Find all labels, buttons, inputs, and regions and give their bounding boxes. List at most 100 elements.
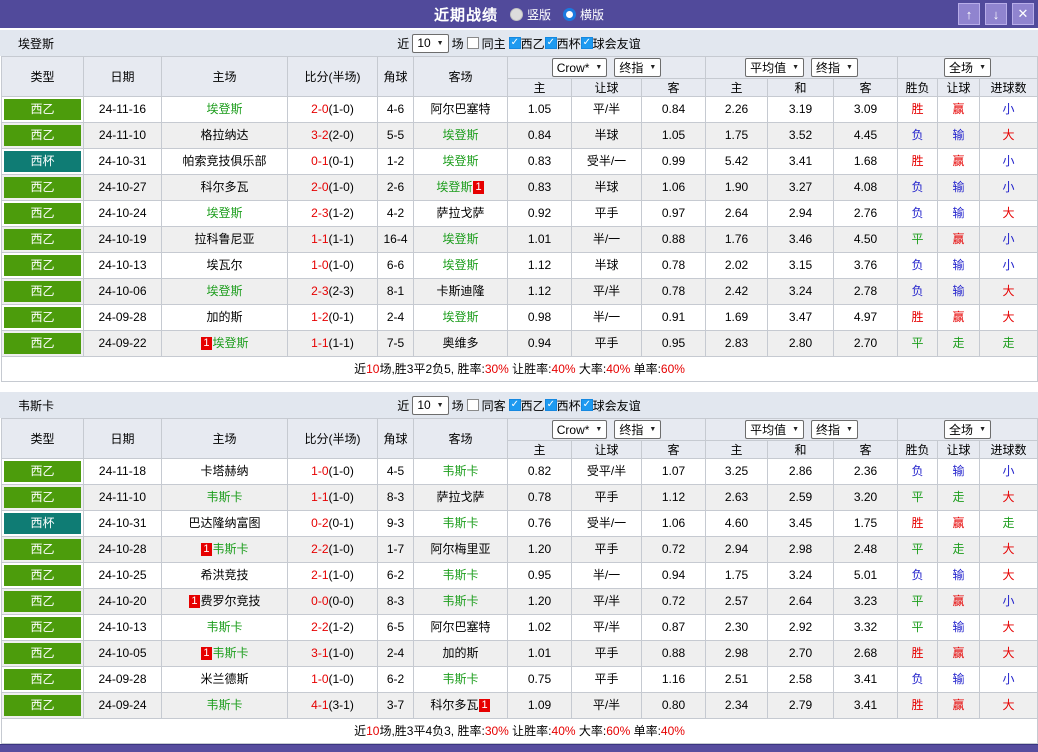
league-checkbox[interactable] [544,399,557,411]
corner-cell: 2-4 [377,640,414,667]
league-checkbox[interactable] [580,37,593,49]
match-row: 西乙 24-10-06 埃登斯 2-3(2-3) 8-1 卡斯迪隆 1.12 平/半 0.78 2… [1,278,1038,305]
goals-result-cell: 大 [979,562,1038,589]
odds-handicap-cell: 平/半 [571,96,642,123]
close-button[interactable]: ✕ [1012,3,1034,25]
near-label: 近 [397,398,410,413]
league-checkbox[interactable] [580,399,593,411]
result-cell: 胜 [897,148,939,175]
vertical-radio-icon[interactable] [509,7,523,21]
score-cell: 2-2(1-0) [287,536,378,563]
horizontal-radio-icon[interactable] [563,7,576,21]
corner-cell: 3-7 [377,692,414,719]
summary-segment: 让胜率: [508,724,552,738]
goals-result-cell: 大 [979,122,1038,149]
corner-cell: 4-6 [377,96,414,123]
full-score: 2-3 [311,206,329,220]
chevron-down-icon: ▼ [792,64,800,71]
same-venue-checkbox[interactable] [466,37,479,49]
league-checkbox[interactable] [544,37,557,49]
avg-source-select[interactable]: 平均值 ▼ [745,58,805,77]
league-checkbox[interactable] [508,399,521,411]
odds-away-cell: 0.87 [640,614,707,641]
goals-result-cell: 小 [979,252,1038,279]
avg-draw-cell: 3.41 [767,148,835,175]
vertical-radio-label: 竖版 [526,7,551,22]
odds-away-cell: 1.12 [640,484,707,511]
competition-type-badge: 西乙 [4,643,81,664]
col-avg-home: 主 [705,78,769,97]
avg-away-cell: 4.50 [833,226,899,253]
score-cell: 0-2(0-1) [287,510,378,537]
team-label: 卡塔赫纳 [200,464,249,478]
corner-cell: 4-2 [377,200,414,227]
odds-time-select[interactable]: 终指 ▼ [614,58,662,77]
league-label: 西杯 [556,36,581,51]
odds-away-cell: 0.88 [640,640,707,667]
home-team-cell: 卡塔赫纳 [161,458,288,485]
col-home: 主场 [161,418,288,459]
scope-select[interactable]: 全场 ▼ [944,58,991,77]
league-checkbox[interactable] [508,37,521,49]
chevron-down-icon: ▼ [436,401,444,409]
odds-company-select[interactable]: Crow* ▼ [551,58,608,77]
date-cell: 24-10-19 [83,226,162,253]
full-score: 1-2 [311,310,329,324]
team-label: 拉科鲁尼亚 [194,232,255,246]
handicap-result-cell: 赢 [937,96,981,123]
move-up-button[interactable]: ↑ [958,3,980,25]
home-team-cell: 帕索竞技俱乐部 [161,148,288,175]
chevron-down-icon: ▼ [595,64,603,71]
scope-select[interactable]: 全场 ▼ [944,420,991,439]
layout-option-vertical[interactable]: 竖版 [509,6,551,23]
league-filter: 西乙 [508,35,545,52]
avg-draw-cell: 3.24 [767,278,835,305]
half-score: (0-1) [328,154,354,168]
odds-home-cell: 0.82 [507,458,572,485]
home-team-cell: 1 埃登斯 [161,330,288,357]
half-score: (1-0) [328,102,354,116]
odds-handicap-cell: 半球 [571,122,642,149]
odds-home-cell: 0.78 [507,484,572,511]
avg-draw-cell: 2.58 [767,666,835,693]
avg-draw-cell: 3.15 [767,252,835,279]
team-label: 埃瓦尔 [206,258,243,272]
away-team-cell: 埃登斯 [413,304,508,331]
home-team-cell: 1 韦斯卡 [161,536,288,563]
odds-away-cell: 1.06 [640,174,707,201]
recent-count-select[interactable]: 10 ▼ [412,395,449,415]
handicap-result-cell: 赢 [937,226,981,253]
avg-time-select[interactable]: 终指 ▼ [811,58,858,77]
layout-option-horizontal[interactable]: 横版 [563,6,604,23]
odds-home-cell: 0.92 [507,200,572,227]
competition-type-badge: 西乙 [4,591,81,612]
recent-count-select[interactable]: 10 ▼ [412,33,449,53]
date-cell: 24-11-10 [83,122,162,149]
score-cell: 2-0(1-0) [287,174,378,201]
competition-type-badge: 西乙 [4,333,81,354]
team-label: 埃登斯 [442,232,479,246]
type-cell: 西乙 [1,174,84,201]
league-filters: 西乙西杯球会友谊 [508,35,641,52]
corner-cell: 6-2 [377,666,414,693]
odds-away-cell: 1.05 [640,122,707,149]
result-cell: 负 [897,252,939,279]
odds-away-cell: 0.95 [640,330,707,357]
avg-source-select[interactable]: 平均值 ▼ [745,420,805,439]
avg-time-select[interactable]: 终指 ▼ [811,420,858,439]
home-team-cell: 米兰德斯 [161,666,288,693]
summary-segment: 场,胜3平4负3, 胜率: [379,724,485,738]
league-filters: 西乙西杯球会友谊 [508,397,641,414]
odds-time-select[interactable]: 终指 ▼ [614,420,662,439]
move-down-button[interactable]: ↓ [985,3,1007,25]
same-venue-checkbox[interactable] [466,399,479,411]
results-table: 类型 日期 主场 比分(半场) 角球 客场 Crow* ▼ 终指 ▼ 平均值 ▼ 终指… [0,56,1038,382]
competition-type-badge: 西乙 [4,539,81,560]
goals-result-cell: 大 [979,640,1038,667]
avg-home-cell: 1.69 [705,304,769,331]
home-team-cell: 格拉纳达 [161,122,288,149]
home-team-cell: 希洪竞技 [161,562,288,589]
col-type: 类型 [1,56,84,97]
odds-company-select[interactable]: Crow* ▼ [551,420,608,439]
goals-result-cell: 大 [979,692,1038,719]
